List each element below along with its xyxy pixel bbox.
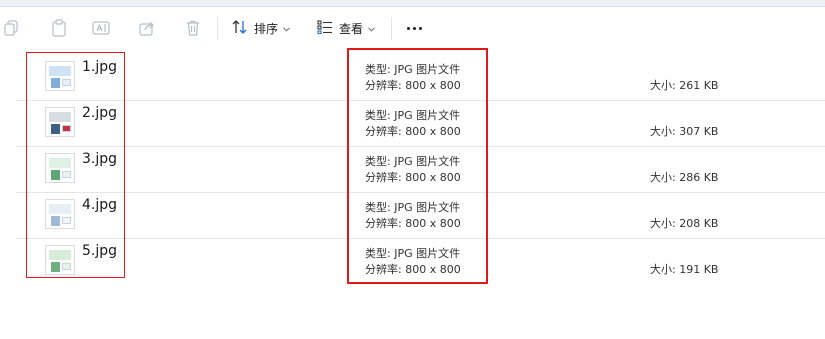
list-item[interactable]: 5.jpg 类型: JPG 图片文件 分辨率: 800 x 800 大小: 19… bbox=[16, 239, 825, 284]
sort-label: 排序 bbox=[254, 21, 279, 36]
list-item[interactable]: 1.jpg 类型: JPG 图片文件 分辨率: 800 x 800 大小: 26… bbox=[16, 55, 825, 101]
file-size: 大小: 261 KB bbox=[650, 79, 719, 92]
image-thumbnail bbox=[45, 199, 75, 229]
list-item[interactable]: 4.jpg 类型: JPG 图片文件 分辨率: 800 x 800 大小: 20… bbox=[16, 193, 825, 239]
file-resolution: 分辨率: 800 x 800 bbox=[365, 263, 461, 276]
view-label: 查看 bbox=[339, 21, 364, 36]
image-thumbnail bbox=[45, 107, 75, 137]
file-resolution: 分辨率: 800 x 800 bbox=[365, 79, 461, 92]
file-name[interactable]: 1.jpg bbox=[82, 59, 117, 75]
file-name[interactable]: 4.jpg bbox=[82, 197, 117, 213]
share-icon[interactable] bbox=[136, 13, 158, 43]
file-type: 类型: JPG 图片文件 bbox=[365, 201, 461, 214]
file-size: 大小: 307 KB bbox=[650, 125, 719, 138]
file-type: 类型: JPG 图片文件 bbox=[365, 63, 461, 76]
chevron-down-icon bbox=[368, 21, 375, 35]
delete-icon[interactable] bbox=[182, 13, 204, 43]
file-type: 类型: JPG 图片文件 bbox=[365, 247, 461, 260]
title-bar-edge bbox=[0, 0, 825, 7]
file-name[interactable]: 2.jpg bbox=[82, 105, 117, 121]
list-item[interactable]: 3.jpg 类型: JPG 图片文件 分辨率: 800 x 800 大小: 28… bbox=[16, 147, 825, 193]
file-resolution: 分辨率: 800 x 800 bbox=[365, 171, 461, 184]
more-icon[interactable] bbox=[400, 13, 428, 43]
sort-icon bbox=[232, 19, 248, 37]
file-name[interactable]: 5.jpg bbox=[82, 243, 117, 259]
file-type: 类型: JPG 图片文件 bbox=[365, 109, 461, 122]
sort-button[interactable]: 排序 bbox=[232, 13, 290, 43]
command-bar: 排序 查看 bbox=[0, 7, 825, 48]
image-thumbnail bbox=[45, 245, 75, 275]
toolbar-divider bbox=[217, 17, 218, 40]
file-resolution: 分辨率: 800 x 800 bbox=[365, 217, 461, 230]
rename-icon[interactable] bbox=[90, 13, 112, 43]
file-name[interactable]: 3.jpg bbox=[82, 151, 117, 167]
file-size: 大小: 286 KB bbox=[650, 171, 719, 184]
view-button[interactable]: 查看 bbox=[317, 13, 375, 43]
list-item[interactable]: 2.jpg 类型: JPG 图片文件 分辨率: 800 x 800 大小: 30… bbox=[16, 101, 825, 147]
paste-icon[interactable] bbox=[48, 13, 70, 43]
file-type: 类型: JPG 图片文件 bbox=[365, 155, 461, 168]
image-thumbnail bbox=[45, 61, 75, 91]
view-icon bbox=[317, 19, 333, 37]
file-size: 大小: 191 KB bbox=[650, 263, 719, 276]
copy-icon[interactable] bbox=[2, 13, 20, 43]
chevron-down-icon bbox=[283, 21, 290, 35]
file-resolution: 分辨率: 800 x 800 bbox=[365, 125, 461, 138]
image-thumbnail bbox=[45, 153, 75, 183]
toolbar-divider bbox=[391, 17, 392, 40]
file-size: 大小: 208 KB bbox=[650, 217, 719, 230]
